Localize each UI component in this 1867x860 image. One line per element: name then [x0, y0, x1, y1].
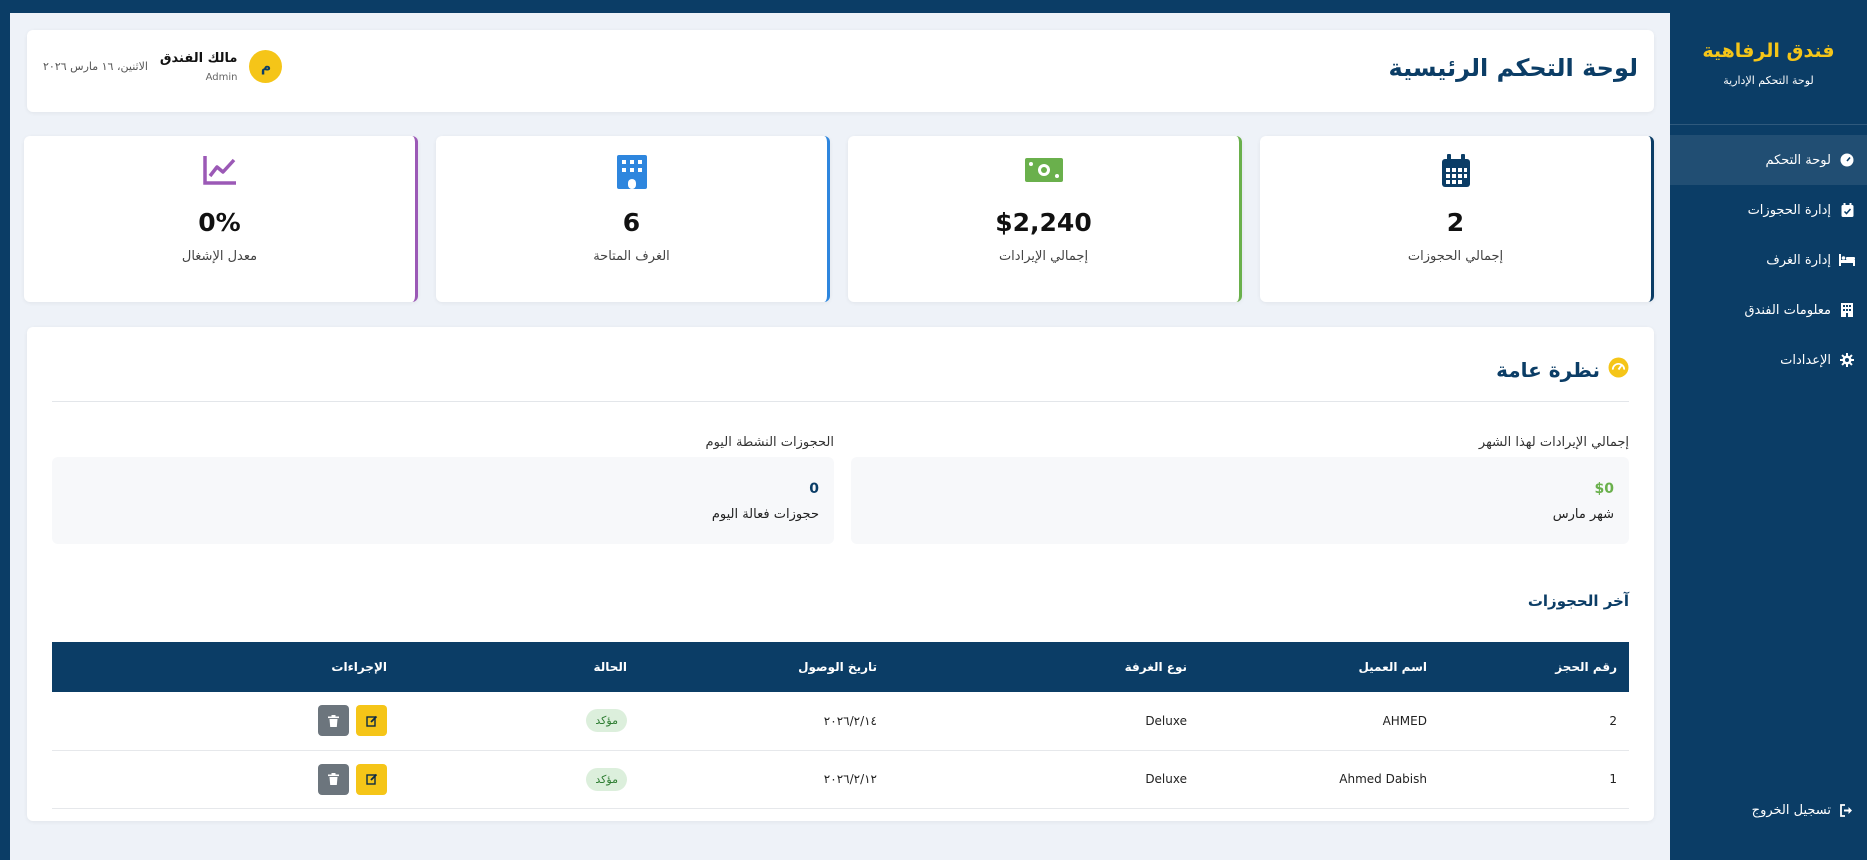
revenue-month-label: إجمالي الإيرادات لهذا الشهر — [1478, 435, 1629, 450]
stat-label: إجمالي الإيرادات — [998, 249, 1089, 264]
brand-title: فندق الرفاهية — [1702, 40, 1835, 62]
table-row[interactable]: 1 Ahmed Dabish Deluxe ٢٠٢٦/٢/١٢ مؤكد — [52, 750, 1629, 808]
active-today-sub: حجوزات فعالة اليوم — [711, 507, 819, 522]
delete-button[interactable] — [318, 705, 349, 737]
chart-line-icon — [24, 154, 415, 190]
status-badge: مؤكد — [586, 767, 627, 791]
actions-cell — [52, 692, 399, 750]
customer-name: AHMED — [1382, 713, 1427, 728]
calendar-check-icon — [1839, 202, 1855, 218]
active-today-label: الحجوزات النشطة اليوم — [705, 435, 834, 450]
user-role: Admin — [205, 71, 238, 83]
room-type: Deluxe — [1145, 772, 1187, 786]
trash-icon — [328, 773, 339, 785]
sidebar-item-rooms[interactable]: إدارة الغرف — [1670, 235, 1867, 285]
room-type: Deluxe — [1145, 713, 1187, 728]
divider — [52, 401, 1629, 402]
sign-out-icon — [1839, 802, 1855, 818]
stat-value: $2,240 — [995, 208, 1092, 237]
money-icon — [848, 154, 1239, 190]
hotel-icon — [436, 154, 827, 190]
sidebar-item-settings[interactable]: الإعدادات — [1670, 335, 1867, 385]
sidebar-item-label: إدارة الغرف — [1766, 252, 1831, 268]
brand-subtitle: لوحة التحكم الإدارية — [1723, 74, 1814, 87]
sidebar-item-label: معلومات الفندق — [1744, 302, 1831, 318]
sidebar-item-label: إدارة الحجوزات — [1747, 202, 1831, 218]
status-cell: مؤكد — [399, 692, 639, 750]
user-info: الاثنين، ١٦ مارس ٢٠٢٦ مالك الفندق Admin … — [43, 50, 283, 83]
sidebar-item-bookings[interactable]: إدارة الحجوزات — [1670, 185, 1867, 235]
actions-cell — [52, 750, 399, 808]
brand: فندق الرفاهية لوحة التحكم الإدارية — [1670, 0, 1867, 125]
sidebar-item-label: لوحة التحكم — [1765, 152, 1831, 168]
col-arrival-date: تاريخ الوصول — [798, 660, 877, 674]
user-details: مالك الفندق Admin — [160, 51, 238, 83]
table-row[interactable]: 2 AHMED Deluxe ٢٠٢٦/٢/١٤ مؤكد — [52, 692, 1629, 750]
active-today-value: 0 — [809, 481, 819, 497]
avatar[interactable]: م — [249, 50, 283, 83]
calendar-icon — [1260, 154, 1651, 190]
col-booking-id: رقم الحجز — [1555, 660, 1617, 674]
col-status: الحالة — [593, 660, 627, 674]
status-cell: مؤكد — [399, 750, 639, 808]
sidebar-item-dashboard[interactable]: لوحة التحكم — [1670, 135, 1867, 185]
booking-id: 1 — [1609, 772, 1617, 786]
revenue-month-value: $0 — [1594, 481, 1614, 497]
page-header: لوحة التحكم الرئيسية الاثنين، ١٦ مارس ٢٠… — [27, 30, 1654, 112]
revenue-month-sub: شهر مارس — [1552, 507, 1614, 522]
sidebar-item-label: الإعدادات — [1780, 352, 1831, 368]
stat-label: معدل الإشغال — [181, 249, 258, 264]
overview-title: نظرة عامة — [1496, 358, 1600, 382]
overview-heading: نظرة عامة — [1496, 357, 1629, 383]
user-name: مالك الفندق — [159, 50, 238, 66]
trash-icon — [328, 714, 339, 727]
edit-icon — [365, 773, 377, 785]
col-customer-name: اسم العميل — [1358, 660, 1427, 674]
logout-section: تسجيل الخروج — [1670, 785, 1867, 835]
col-actions: الإجراءات — [331, 660, 387, 674]
delete-button[interactable] — [318, 763, 349, 795]
stat-label: الغرف المتاحة — [593, 249, 670, 264]
edit-button[interactable] — [356, 705, 387, 737]
edit-button[interactable] — [356, 763, 387, 795]
stat-value: 0% — [198, 208, 241, 237]
gauge-icon — [1839, 152, 1855, 168]
recent-bookings-title: آخر الحجوزات — [1527, 592, 1629, 610]
edit-icon — [365, 715, 377, 727]
stat-label: إجمالي الحجوزات — [1407, 249, 1504, 264]
arrival-date: ٢٠٢٦/٢/١٤ — [823, 713, 877, 728]
page-title: لوحة التحكم الرئيسية — [1388, 54, 1638, 82]
current-date: الاثنين، ١٦ مارس ٢٠٢٦ — [43, 60, 148, 73]
bed-icon — [1839, 252, 1855, 268]
status-badge: مؤكد — [586, 709, 627, 733]
gauge-icon — [1608, 357, 1629, 383]
stat-card-occupancy: 0% معدل الإشغال — [24, 136, 418, 302]
col-room-type: نوع الغرفة — [1124, 660, 1187, 674]
customer-name: Ahmed Dabish — [1339, 772, 1427, 786]
booking-id: 2 — [1609, 713, 1617, 728]
table-header-row: رقم الحجز اسم العميل نوع الغرفة تاريخ ال… — [52, 642, 1629, 692]
building-icon — [1839, 302, 1855, 318]
gear-icon — [1839, 352, 1855, 368]
arrival-date: ٢٠٢٦/٢/١٢ — [823, 772, 877, 786]
recent-bookings-table: رقم الحجز اسم العميل نوع الغرفة تاريخ ال… — [52, 642, 1629, 809]
sidebar-item-hotel-info[interactable]: معلومات الفندق — [1670, 285, 1867, 335]
active-today-box: 0 حجوزات فعالة اليوم — [52, 457, 834, 544]
stat-card-revenue: $2,240 إجمالي الإيرادات — [848, 136, 1242, 302]
stat-value: 2 — [1446, 208, 1465, 237]
sidebar-nav: لوحة التحكم إدارة الحجوزات إدارة الغرف م… — [1670, 135, 1867, 385]
revenue-month-box: $0 شهر مارس — [851, 457, 1629, 544]
stat-card-rooms: 6 الغرف المتاحة — [436, 136, 830, 302]
overview-card: نظرة عامة إجمالي الإيرادات لهذا الشهر $0… — [27, 327, 1654, 821]
logout-label: تسجيل الخروج — [1751, 802, 1831, 818]
logout-button[interactable]: تسجيل الخروج — [1670, 785, 1867, 835]
stat-value: 6 — [622, 208, 641, 237]
main-content: لوحة التحكم الرئيسية الاثنين، ١٦ مارس ٢٠… — [10, 13, 1670, 860]
stat-card-bookings: 2 إجمالي الحجوزات — [1260, 136, 1654, 302]
sidebar: فندق الرفاهية لوحة التحكم الإدارية لوحة … — [1670, 0, 1867, 860]
